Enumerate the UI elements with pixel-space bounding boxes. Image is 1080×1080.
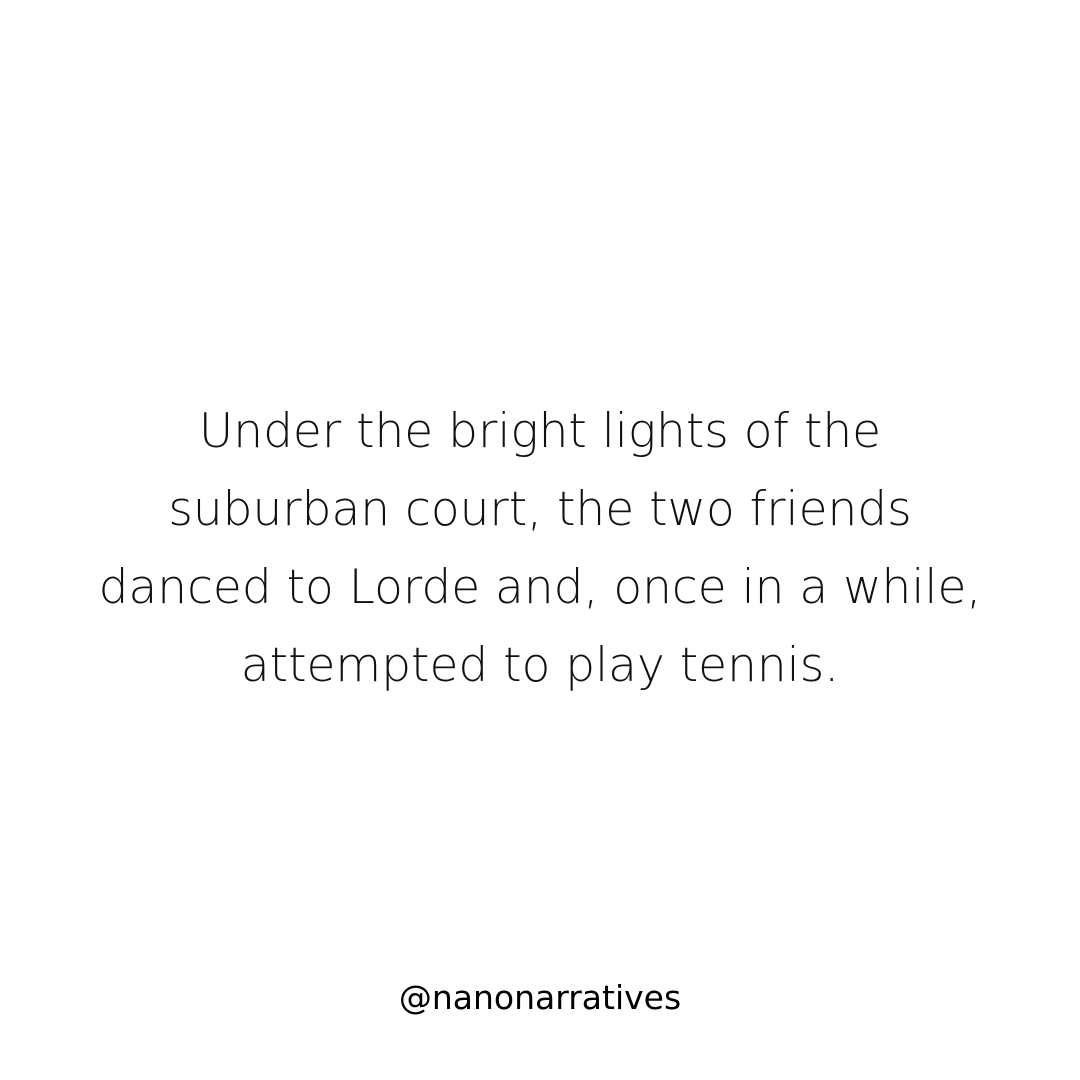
account-handle: @nanonarratives — [398, 978, 682, 1017]
story-line-3: danced to Lorde and, once in a while, — [98, 560, 982, 615]
story-line-1: Under the bright lights of the — [198, 404, 882, 459]
story-line-2: suburban court, the two friends — [168, 482, 912, 537]
story-text: Under the bright lights of the suburban … — [0, 393, 1080, 705]
story-line-4: attempted to play tennis. — [240, 638, 840, 693]
